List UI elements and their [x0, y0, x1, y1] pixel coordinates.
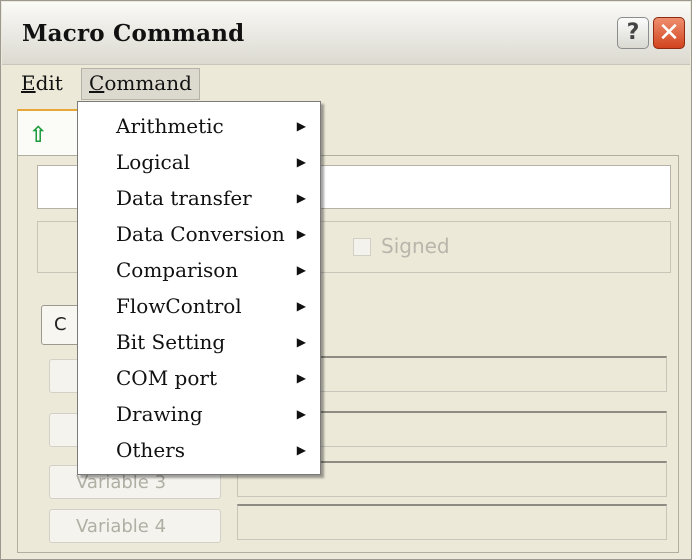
title-bar[interactable]: Macro Command ? ✕ — [2, 2, 690, 65]
menu-command-label: ommand — [104, 71, 192, 95]
submenu-arrow-icon: ▶ — [296, 119, 306, 133]
menu-edit[interactable]: Edit — [16, 68, 68, 98]
menu-item-data-conversion[interactable]: Data Conversion ▶ — [78, 216, 320, 252]
menu-item-com-port[interactable]: COM port ▶ — [78, 360, 320, 396]
menu-item-flowcontrol[interactable]: FlowControl ▶ — [78, 288, 320, 324]
menu-item-label: Others — [116, 438, 185, 462]
submenu-arrow-icon: ▶ — [296, 191, 306, 205]
signed-label: Signed — [381, 234, 450, 258]
menu-edit-mnemonic: E — [21, 71, 36, 95]
menu-item-bit-setting[interactable]: Bit Setting ▶ — [78, 324, 320, 360]
variable-4-button[interactable]: Variable 4 — [49, 509, 221, 543]
submenu-arrow-icon: ▶ — [296, 371, 306, 385]
menu-item-label: Data Conversion — [116, 222, 285, 246]
question-icon: ? — [626, 20, 640, 45]
macro-command-dialog: Macro Command ? ✕ Edit Command ⇧ Signed … — [0, 0, 692, 560]
window-title: Macro Command — [22, 20, 245, 47]
menu-bar: Edit Command — [2, 65, 690, 101]
menu-item-arithmetic[interactable]: Arithmetic ▶ — [78, 108, 320, 144]
submenu-arrow-icon: ▶ — [296, 227, 306, 241]
submenu-arrow-icon: ▶ — [296, 263, 306, 277]
submenu-arrow-icon: ▶ — [296, 299, 306, 313]
menu-item-data-transfer[interactable]: Data transfer ▶ — [78, 180, 320, 216]
submenu-arrow-icon: ▶ — [296, 443, 306, 457]
menu-item-logical[interactable]: Logical ▶ — [78, 144, 320, 180]
command-context-menu: Arithmetic ▶ Logical ▶ Data transfer ▶ D… — [77, 101, 321, 475]
menu-item-others[interactable]: Others ▶ — [78, 432, 320, 468]
menu-item-label: COM port — [116, 366, 217, 390]
signed-checkbox-box[interactable] — [353, 238, 371, 256]
menu-item-label: Logical — [116, 150, 191, 174]
menu-item-label: Arithmetic — [116, 114, 224, 138]
close-icon: ✕ — [658, 18, 680, 48]
menu-command[interactable]: Command — [81, 68, 200, 100]
menu-item-label: Data transfer — [116, 186, 252, 210]
menu-command-mnemonic: C — [89, 71, 105, 95]
move-up-icon[interactable]: ⇧ — [29, 123, 47, 148]
menu-item-label: Bit Setting — [116, 330, 226, 354]
submenu-arrow-icon: ▶ — [296, 335, 306, 349]
close-button[interactable]: ✕ — [653, 17, 685, 49]
menu-item-comparison[interactable]: Comparison ▶ — [78, 252, 320, 288]
variable-4-field[interactable] — [237, 504, 667, 540]
menu-item-label: FlowControl — [116, 294, 242, 318]
menu-item-label: Drawing — [116, 402, 203, 426]
signed-checkbox[interactable]: Signed — [353, 233, 553, 263]
menu-edit-label: dit — [35, 71, 63, 95]
menu-item-label: Comparison — [116, 258, 239, 282]
submenu-arrow-icon: ▶ — [296, 155, 306, 169]
submenu-arrow-icon: ▶ — [296, 407, 306, 421]
help-button[interactable]: ? — [617, 17, 649, 49]
menu-item-drawing[interactable]: Drawing ▶ — [78, 396, 320, 432]
